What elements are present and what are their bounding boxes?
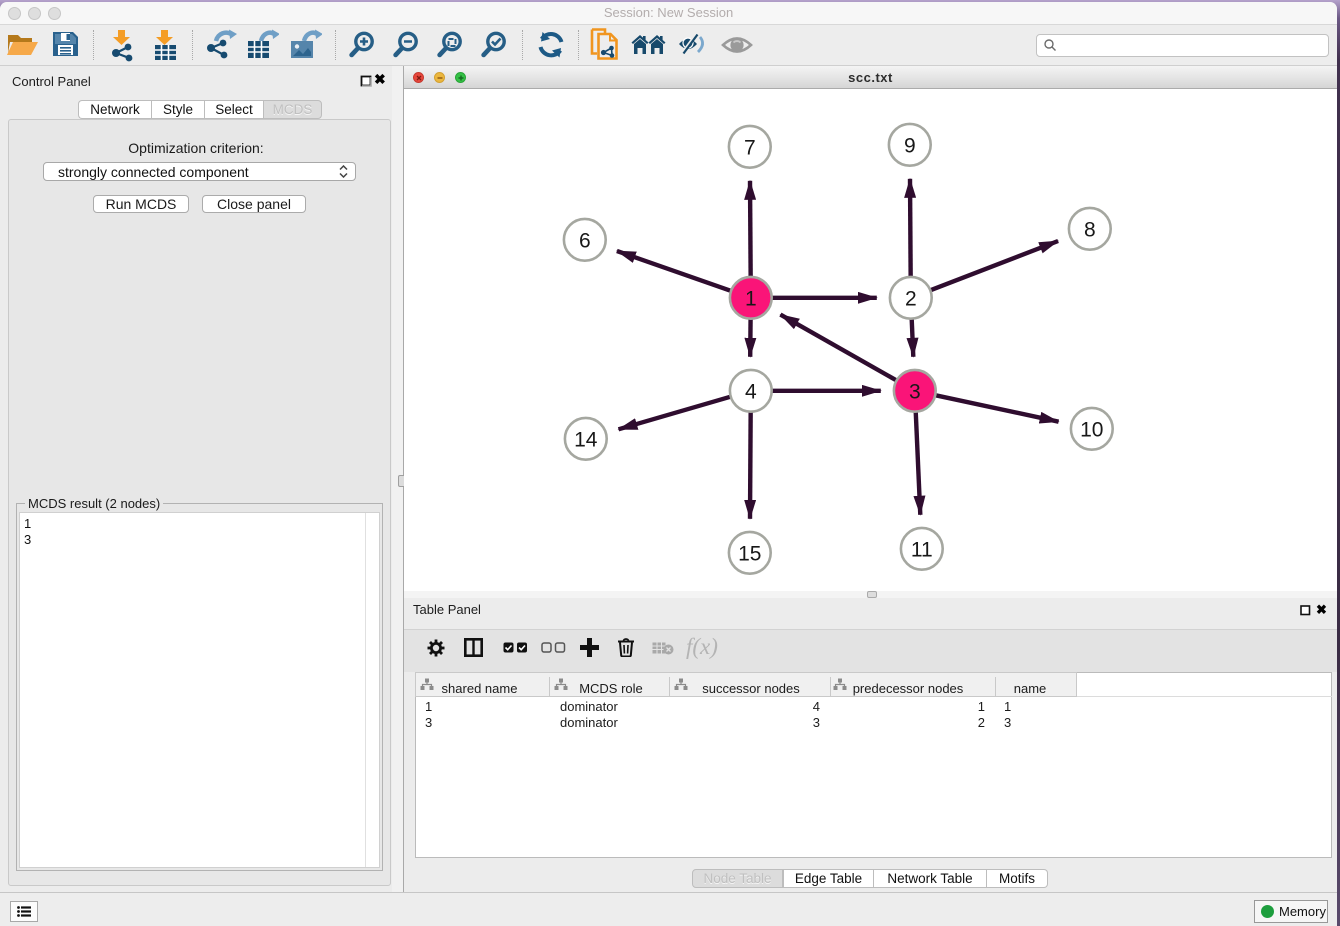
svg-text:2: 2 xyxy=(905,287,917,310)
svg-text:8: 8 xyxy=(1084,218,1096,241)
svg-text:15: 15 xyxy=(738,542,761,565)
svg-text:7: 7 xyxy=(744,136,756,159)
svg-text:11: 11 xyxy=(911,538,933,561)
svg-text:9: 9 xyxy=(904,134,916,157)
svg-text:1: 1 xyxy=(745,287,757,310)
svg-text:4: 4 xyxy=(745,380,757,403)
svg-text:10: 10 xyxy=(1080,418,1103,441)
svg-text:14: 14 xyxy=(574,428,598,451)
svg-text:3: 3 xyxy=(909,380,921,403)
svg-text:6: 6 xyxy=(579,229,591,252)
